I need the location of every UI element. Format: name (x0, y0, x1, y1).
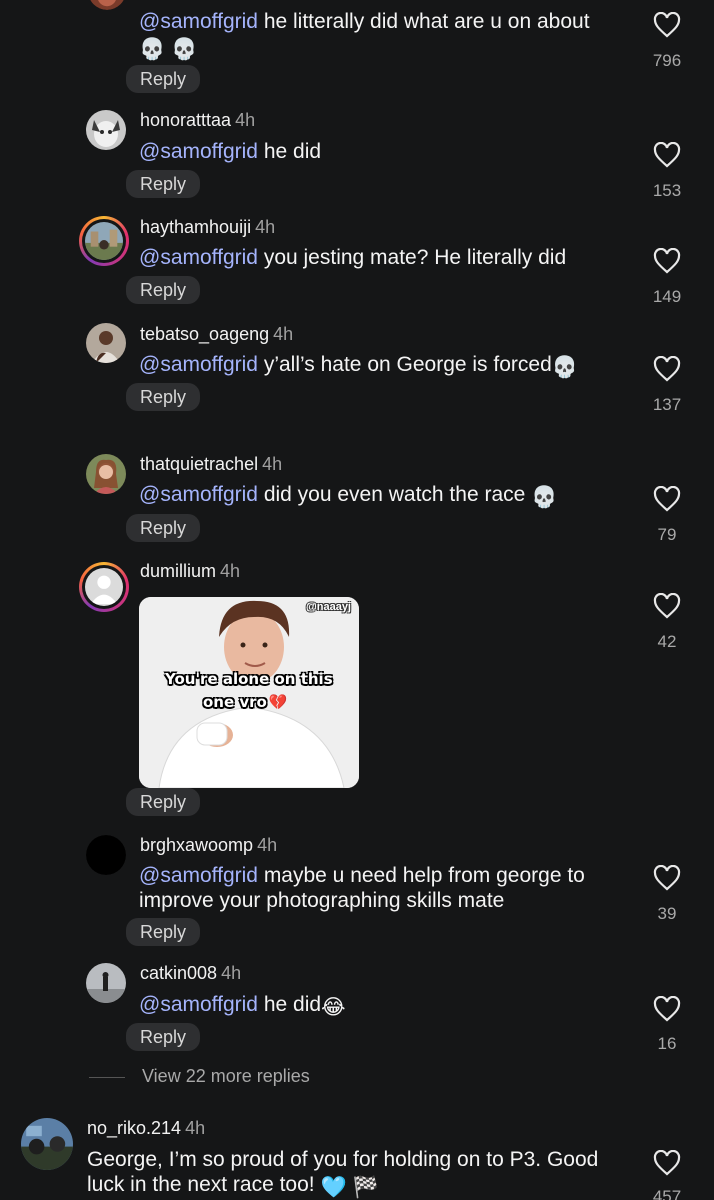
reply-button[interactable]: Reply (126, 1023, 201, 1051)
like-count: 42 (657, 632, 677, 651)
heart-icon[interactable] (653, 142, 681, 168)
laughing-emoji: 😂 (321, 996, 346, 1019)
mention-link[interactable]: @samoffgrid (139, 353, 258, 376)
reply-button[interactable]: Reply (126, 383, 201, 411)
avatar[interactable] (86, 454, 126, 494)
heart-icon[interactable] (653, 996, 681, 1022)
heart-icon[interactable] (653, 356, 681, 382)
mention-link[interactable]: @samoffgrid (139, 483, 258, 506)
broken-heart-emoji: 💔 (268, 693, 288, 711)
avatar[interactable] (88, 0, 126, 10)
reply-button[interactable]: Reply (126, 788, 201, 816)
comment-text: @samoffgrid maybe u need help from georg… (139, 864, 585, 912)
mention-link[interactable]: @samoffgrid (139, 10, 258, 33)
comment-text: @samoffgrid he did😂 (139, 993, 346, 1019)
view-more-replies[interactable]: View 22 more replies (142, 1066, 310, 1087)
comment-username[interactable]: honoratttaa 4h (140, 110, 255, 131)
like-count: 137 (652, 395, 682, 414)
story-ring-avatar[interactable] (79, 562, 129, 612)
heart-icon[interactable] (653, 1150, 681, 1176)
skull-emoji: 💀 (531, 486, 558, 509)
comment-time: 4h (235, 110, 256, 130)
like-count: 153 (652, 181, 682, 200)
like-count: 796 (652, 51, 682, 70)
comment-text: George, I’m so proud of you for holding … (87, 1148, 599, 1199)
comment-text: @samoffgrid did you even watch the race … (139, 483, 558, 509)
comment-time: 4h (255, 217, 276, 237)
heart-icon[interactable] (653, 12, 681, 38)
comment-username[interactable]: thatquietrachel 4h (140, 454, 282, 475)
comment-text: @samoffgrid y’all’s hate on George is fo… (139, 353, 578, 379)
heart-flag-emoji: 🩵 🏁 (320, 1176, 379, 1199)
gif-watermark: @naaayj (306, 601, 351, 613)
story-ring-avatar[interactable] (79, 216, 129, 266)
comment-username[interactable]: brghxawoomp 4h (140, 835, 277, 856)
comment-text: @samoffgrid he litterally did what are u… (139, 10, 590, 61)
heart-icon[interactable] (653, 248, 681, 274)
like-count: 79 (657, 525, 677, 544)
like-count: 149 (652, 287, 682, 306)
mention-link[interactable]: @samoffgrid (139, 140, 258, 163)
comment-username[interactable]: haythamhouiji 4h (140, 217, 275, 238)
gif-caption: You're alone on this (165, 670, 333, 688)
reply-button[interactable]: Reply (126, 918, 201, 946)
reply-button[interactable]: Reply (126, 65, 201, 93)
reply-button[interactable]: Reply (126, 170, 201, 198)
comment-time: 4h (257, 835, 278, 855)
avatar[interactable] (86, 835, 126, 875)
mention-link[interactable]: @samoffgrid (139, 864, 258, 887)
reply-button[interactable]: Reply (126, 514, 201, 542)
comment-username[interactable]: tebatso_oageng 4h (140, 324, 293, 345)
heart-icon[interactable] (653, 865, 681, 891)
heart-icon[interactable] (653, 593, 681, 619)
mention-link[interactable]: @samoffgrid (139, 246, 258, 269)
comment-text: @samoffgrid you jesting mate? He literal… (139, 246, 567, 269)
heart-icon[interactable] (653, 486, 681, 512)
skull-emoji: 💀 (551, 356, 578, 379)
gif-attachment[interactable]: @naaayj You're alone on this one vro 💔 (139, 597, 359, 788)
avatar[interactable] (86, 110, 126, 150)
comment-time: 4h (273, 324, 294, 344)
gif-caption: one vro 💔 (203, 693, 288, 711)
replies-divider (89, 1077, 125, 1078)
like-count: 39 (657, 904, 677, 923)
like-count: 16 (657, 1034, 677, 1053)
avatar[interactable] (86, 963, 126, 1003)
comment-time: 4h (262, 454, 283, 474)
reply-button[interactable]: Reply (126, 276, 201, 304)
avatar[interactable] (86, 323, 126, 363)
comment-username[interactable]: catkin008 4h (140, 963, 241, 984)
avatar[interactable] (21, 1118, 73, 1170)
skull-emoji: 💀 💀 (139, 38, 198, 61)
mention-link[interactable]: @samoffgrid (139, 993, 258, 1016)
comment-text: @samoffgrid he did (139, 140, 322, 163)
comment-username[interactable]: no_riko.214 4h (87, 1118, 205, 1139)
comment-time: 4h (185, 1118, 206, 1138)
comment-time: 4h (221, 963, 242, 983)
like-count: 457 (652, 1187, 682, 1200)
comment-time: 4h (220, 561, 241, 581)
comment-username[interactable]: dumillium 4h (140, 561, 240, 582)
